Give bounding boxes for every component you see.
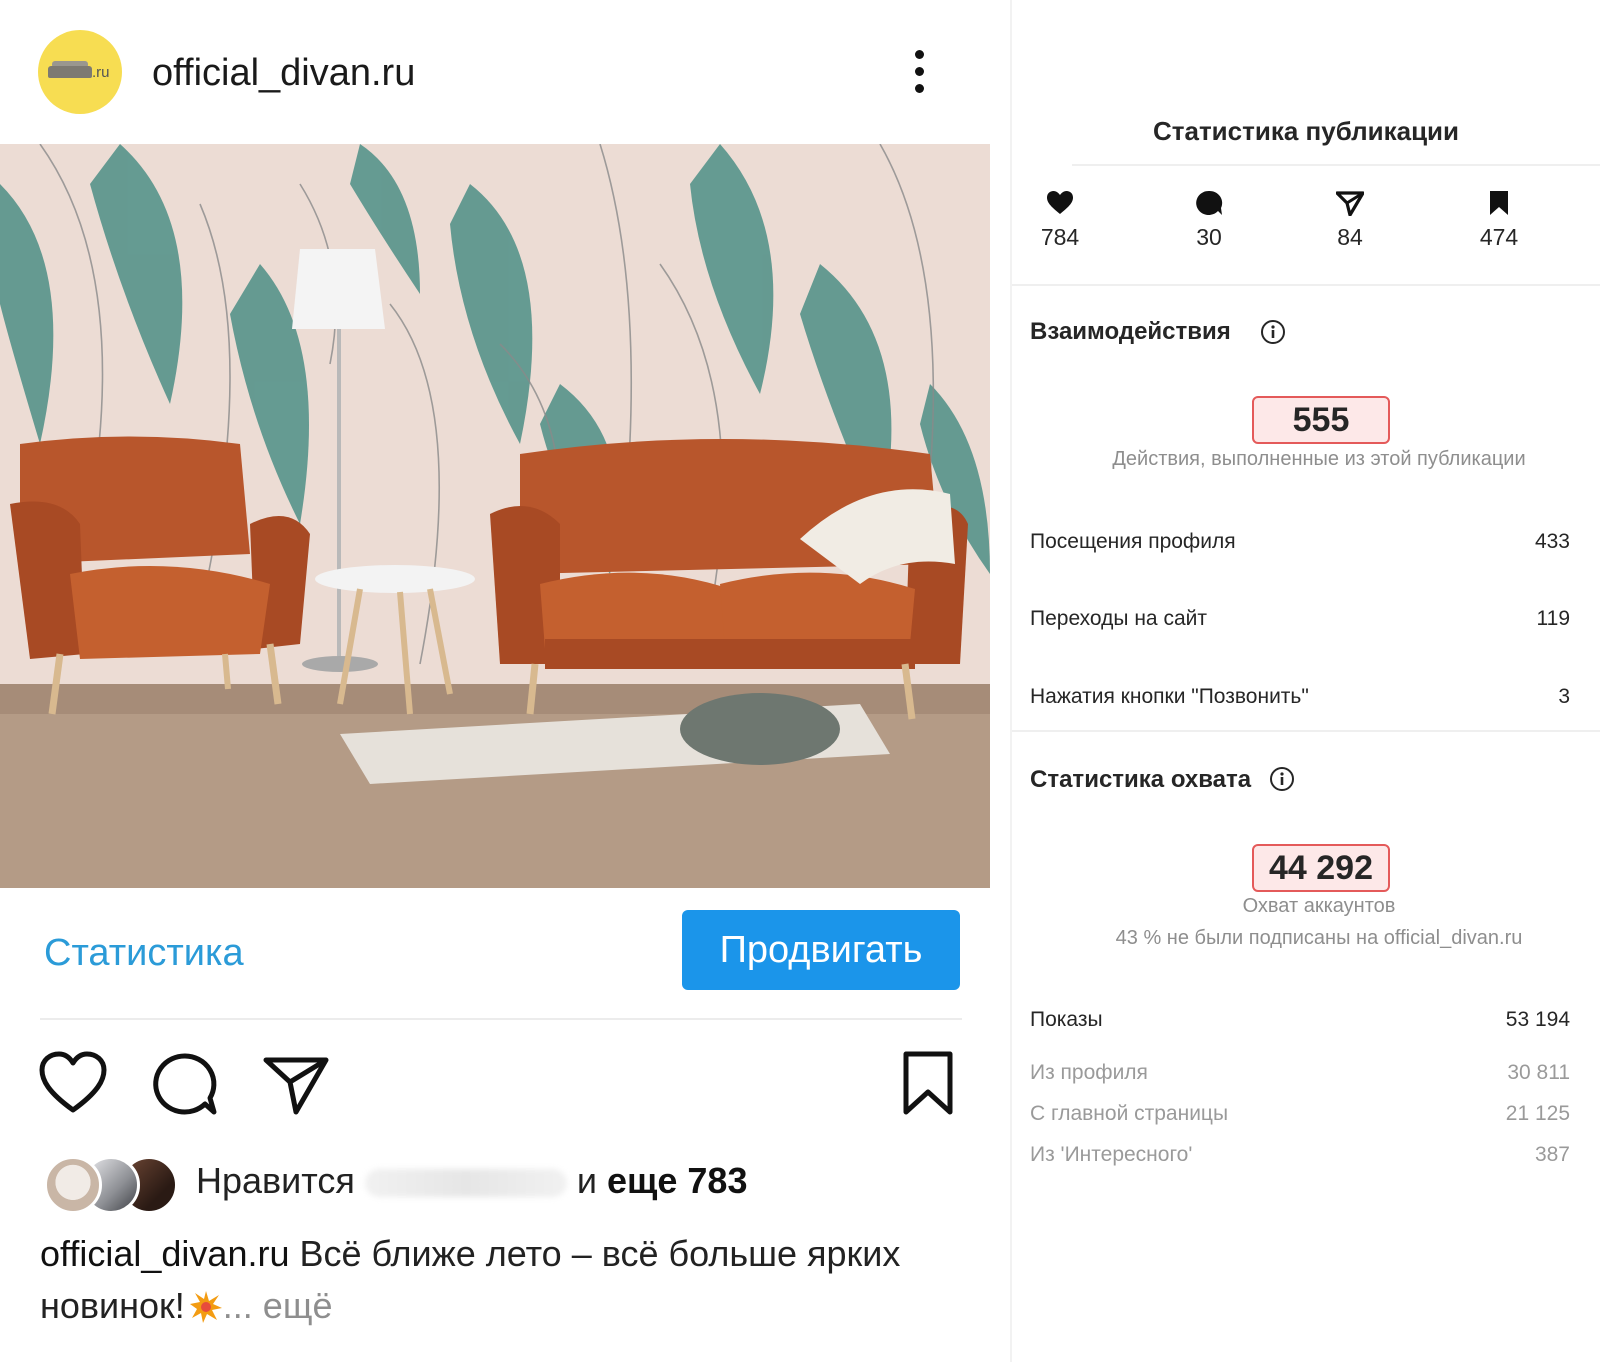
reach-total: 44 292 — [1252, 844, 1390, 892]
share-icon[interactable] — [262, 1050, 332, 1120]
website-taps-label: Переходы на сайт — [1030, 607, 1207, 630]
profile-visits-value: 433 — [1534, 530, 1570, 553]
likes-prefix: Нравится — [196, 1160, 355, 1201]
collision-emoji-icon — [189, 1291, 222, 1323]
divider — [1012, 284, 1600, 286]
avatar — [44, 1156, 102, 1214]
likes-and: и — [576, 1160, 607, 1201]
divider — [1012, 730, 1600, 732]
website-taps-value: 119 — [1536, 607, 1570, 630]
liker-avatars[interactable] — [44, 1156, 184, 1214]
post-insights-panel: Статистика публикации 784 30 84 474 Взаи… — [1012, 0, 1600, 1362]
metric-comments-value: 30 — [1196, 224, 1222, 250]
call-taps-label: Нажатия кнопки "Позвонить" — [1030, 685, 1309, 708]
impressions-value: 53 194 — [1505, 1008, 1570, 1031]
metric-shares-value: 84 — [1337, 224, 1363, 250]
from-home-label: С главной страницы — [1030, 1102, 1229, 1125]
post-header: .ru official_divan.ru — [0, 0, 990, 144]
living-room-image — [0, 144, 990, 888]
likes-summary[interactable]: Нравится и еще 783 — [196, 1160, 747, 1202]
more-options-icon[interactable] — [905, 48, 933, 96]
metric-shares: 84 — [1305, 190, 1395, 251]
reach-note: 43 % не были подписаны на official_divan… — [1115, 927, 1523, 949]
account-username[interactable]: official_divan.ru — [152, 52, 415, 95]
interactions-title: Взаимодействия — [1030, 318, 1231, 345]
divider — [1072, 164, 1600, 166]
logo-text: .ru — [92, 64, 110, 81]
info-icon[interactable] — [1260, 319, 1286, 345]
bookmark-icon[interactable] — [900, 1050, 956, 1120]
share-icon — [1336, 191, 1364, 216]
post-photo[interactable] — [0, 144, 990, 888]
from-profile-value: 30 811 — [1507, 1061, 1570, 1084]
from-explore-value: 387 — [1534, 1143, 1570, 1166]
from-explore-label: Из 'Интересного' — [1030, 1143, 1193, 1166]
insights-title: Статистика публикации — [1152, 116, 1460, 146]
interactions-subtitle: Действия, выполненные из этой публикации — [1112, 448, 1526, 470]
bookmark-icon — [1490, 191, 1508, 215]
reach-subtitle: Охват аккаунтов — [1242, 895, 1396, 917]
profile-visits-label: Посещения профиля — [1030, 530, 1236, 553]
impressions-label: Показы — [1030, 1008, 1103, 1031]
reach-title: Статистика охвата — [1030, 766, 1252, 793]
info-icon[interactable] — [1269, 766, 1295, 792]
logo-sofa-seat — [48, 66, 92, 78]
view-insights-link[interactable]: Статистика — [44, 932, 244, 975]
comment-icon[interactable] — [150, 1050, 220, 1120]
call-taps-value: 3 — [1558, 685, 1570, 708]
caption-username[interactable]: official_divan.ru — [40, 1233, 290, 1274]
blurred-username — [364, 1169, 567, 1198]
metric-likes-value: 784 — [1040, 224, 1080, 250]
post-caption: official_divan.ru Всё ближе лето – всё б… — [40, 1228, 940, 1332]
metric-comments: 30 — [1164, 190, 1254, 251]
metric-likes: 784 — [1015, 190, 1105, 251]
caption-more-link[interactable]: ... ещё — [223, 1285, 333, 1326]
from-home-value: 21 125 — [1505, 1102, 1570, 1125]
account-avatar[interactable]: .ru — [38, 30, 122, 114]
comment-icon — [1196, 190, 1223, 215]
promote-button[interactable]: Продвигать — [682, 910, 960, 990]
metric-saves: 474 — [1454, 190, 1544, 251]
likes-count: еще 783 — [606, 1160, 748, 1201]
heart-icon — [1047, 191, 1073, 214]
from-profile-label: Из профиля — [1030, 1061, 1148, 1084]
divider — [40, 1018, 962, 1020]
metric-saves-value: 474 — [1479, 224, 1519, 250]
heart-icon[interactable] — [38, 1050, 108, 1120]
interactions-total: 555 — [1252, 396, 1390, 444]
instagram-post: .ru official_divan.ru Статистика Продвиг… — [0, 0, 990, 1362]
